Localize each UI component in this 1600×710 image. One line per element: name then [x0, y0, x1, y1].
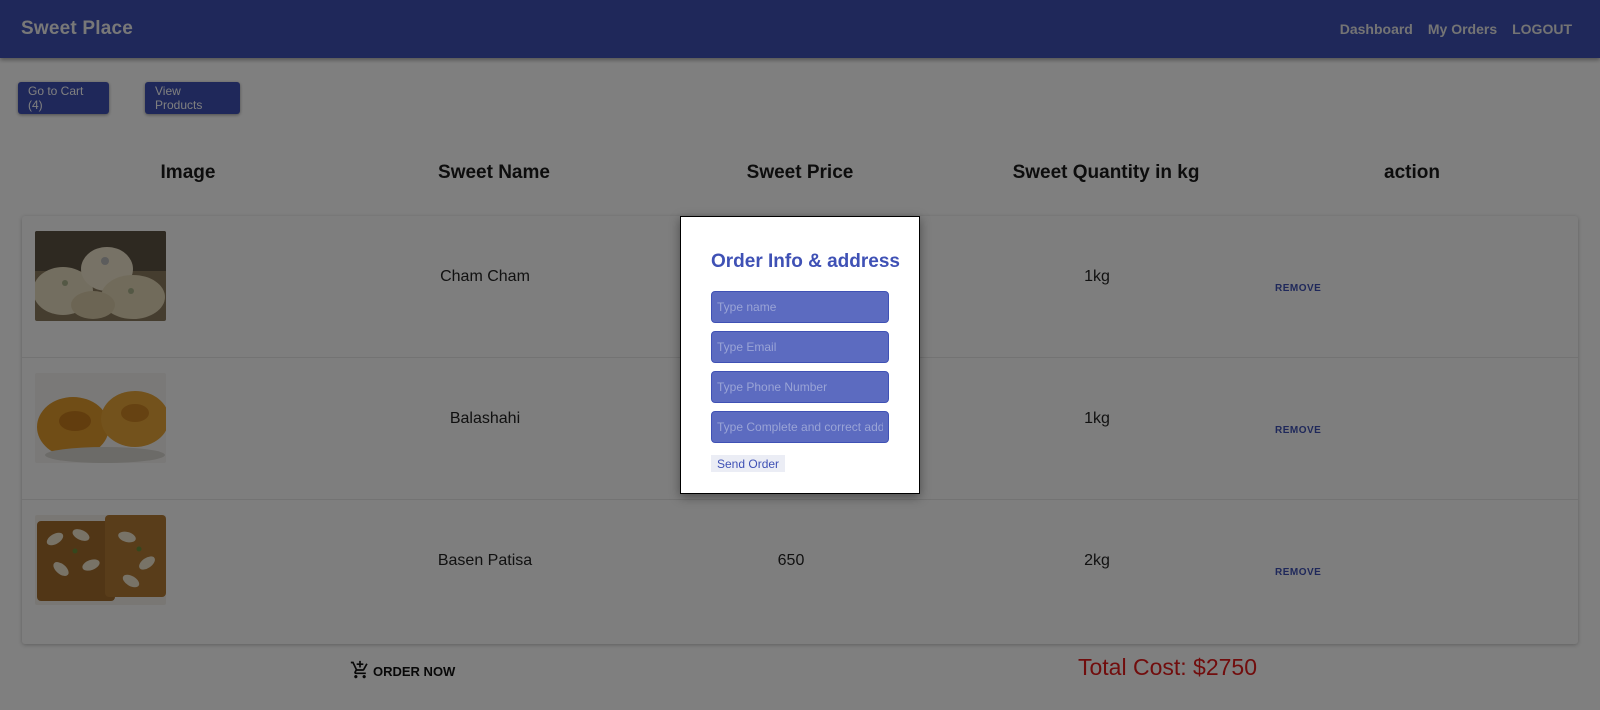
phone-input[interactable]	[711, 371, 889, 403]
modal-title: Order Info & address	[711, 251, 900, 272]
email-input[interactable]	[711, 331, 889, 363]
name-input[interactable]	[711, 291, 889, 323]
address-input[interactable]	[711, 411, 889, 443]
send-order-button[interactable]: Send Order	[711, 455, 786, 472]
order-info-modal: Order Info & address Send Order	[680, 216, 920, 494]
